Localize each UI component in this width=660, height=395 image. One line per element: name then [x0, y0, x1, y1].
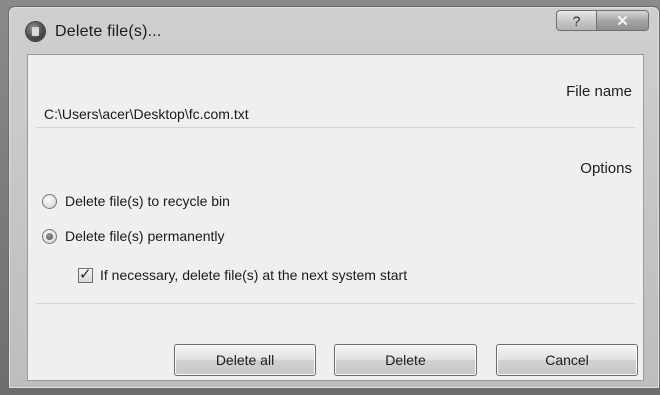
delete-files-dialog: Delete file(s)... ? ✕ File name C:\Users…: [8, 6, 660, 389]
cancel-button[interactable]: Cancel: [496, 344, 638, 376]
file-name-label: File name: [566, 83, 632, 100]
delete-permanently-label: Delete file(s) permanently: [65, 228, 225, 244]
caption-buttons: ? ✕: [556, 10, 649, 33]
dialog-title: Delete file(s)...: [55, 23, 162, 40]
next-start-checkbox[interactable]: ✓: [78, 264, 93, 283]
recycle-bin-label: Delete file(s) to recycle bin: [65, 193, 230, 209]
close-icon: ✕: [616, 12, 629, 30]
help-button[interactable]: ?: [556, 10, 596, 31]
divider: [36, 303, 635, 304]
next-start-label: If necessary, delete file(s) at the next…: [100, 267, 408, 283]
delete-button[interactable]: Delete: [334, 344, 477, 376]
option-next-system-start[interactable]: ✓ If necessary, delete file(s) at the ne…: [78, 264, 408, 283]
dialog-content: File name C:\Users\acer\Desktop\fc.com.t…: [27, 54, 644, 381]
close-button[interactable]: ✕: [596, 10, 649, 31]
divider: [36, 127, 635, 128]
options-label: Options: [580, 160, 632, 177]
checkmark-icon: ✓: [79, 264, 92, 283]
delete-permanently-radio[interactable]: [42, 228, 57, 244]
file-path-text: C:\Users\acer\Desktop\fc.com.txt: [44, 106, 249, 122]
recycle-bin-radio[interactable]: [42, 193, 57, 209]
app-icon: [26, 22, 45, 41]
title-bar[interactable]: Delete file(s)... ? ✕: [9, 7, 659, 53]
option-recycle-bin[interactable]: Delete file(s) to recycle bin: [42, 193, 230, 209]
option-delete-permanently[interactable]: Delete file(s) permanently: [42, 228, 225, 244]
screen-background: Delete file(s)... ? ✕ File name C:\Users…: [0, 0, 660, 395]
delete-all-button[interactable]: Delete all: [174, 344, 316, 376]
